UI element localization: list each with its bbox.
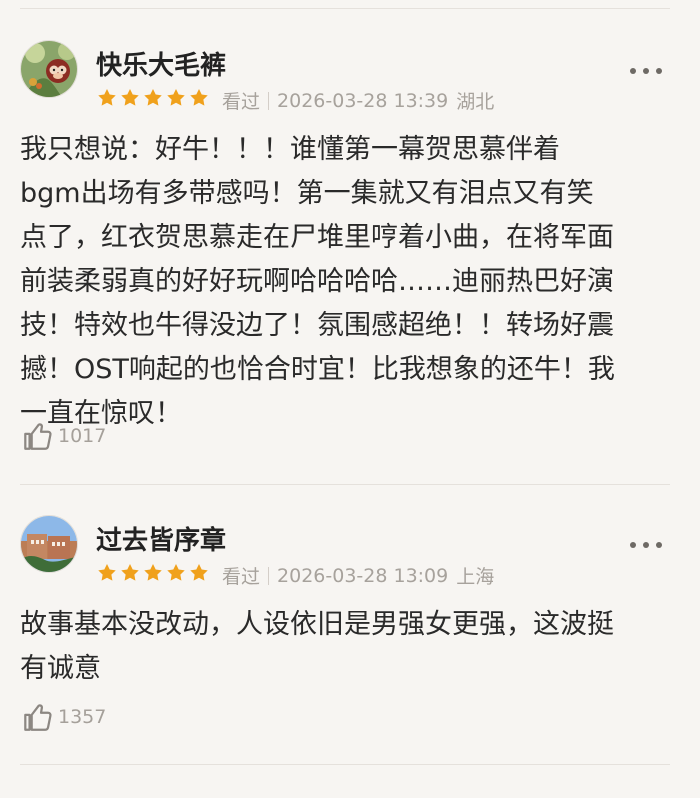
avatar-image	[21, 41, 77, 97]
star-icon	[121, 564, 139, 581]
review-list: 快乐大毛裤 看过 2026-03-28 13:39 湖北 我只想说：好牛！！！谁…	[0, 0, 700, 798]
thumbs-up-icon	[24, 423, 52, 450]
review-location: 上海	[456, 566, 495, 588]
review-location: 湖北	[456, 91, 495, 113]
star-icon	[144, 564, 162, 581]
divider	[20, 484, 670, 485]
divider	[20, 8, 670, 9]
more-icon	[630, 542, 636, 548]
star-icon	[190, 564, 208, 581]
more-icon	[643, 542, 649, 548]
star-icon	[167, 89, 185, 106]
avatar[interactable]	[20, 40, 78, 98]
more-icon	[630, 68, 636, 74]
like-button[interactable]: 1357	[20, 700, 106, 734]
divider	[20, 764, 670, 765]
like-button[interactable]: 1017	[20, 419, 106, 453]
review-text: 故事基本没改动，人设依旧是男强女更强，这波挺 有诚意	[20, 609, 614, 684]
rating-stars	[96, 87, 210, 111]
review-meta: 看过 2026-03-28 13:09 上海	[222, 562, 494, 589]
watch-status: 看过	[222, 566, 261, 588]
review-datetime: 2026-03-28 13:09	[277, 564, 449, 587]
star-icon	[190, 89, 208, 106]
more-button[interactable]	[630, 66, 662, 76]
username[interactable]: 过去皆序章	[96, 520, 226, 557]
avatar-image	[21, 516, 77, 572]
meta-separator	[268, 566, 270, 585]
more-icon	[656, 68, 662, 74]
like-count: 1357	[58, 706, 107, 728]
more-icon	[656, 542, 662, 548]
review-datetime: 2026-03-28 13:39	[277, 89, 449, 112]
star-icon	[167, 564, 185, 581]
meta-separator	[268, 91, 270, 110]
username[interactable]: 快乐大毛裤	[96, 45, 226, 82]
review-text: 我只想说：好牛！！！谁懂第一幕贺思慕伴着 bgm出场有多带感吗！第一集就又有泪点…	[20, 134, 615, 429]
more-button[interactable]	[630, 540, 662, 550]
rating-stars	[96, 562, 210, 586]
star-icon	[121, 89, 139, 106]
thumbs-up-icon	[24, 704, 52, 731]
star-icon	[98, 564, 116, 581]
like-count: 1017	[58, 425, 107, 447]
watch-status: 看过	[222, 91, 261, 113]
star-icon	[98, 89, 116, 106]
review-meta: 看过 2026-03-28 13:39 湖北	[222, 87, 494, 114]
star-icon	[144, 89, 162, 106]
more-icon	[643, 68, 649, 74]
avatar[interactable]	[20, 515, 78, 573]
